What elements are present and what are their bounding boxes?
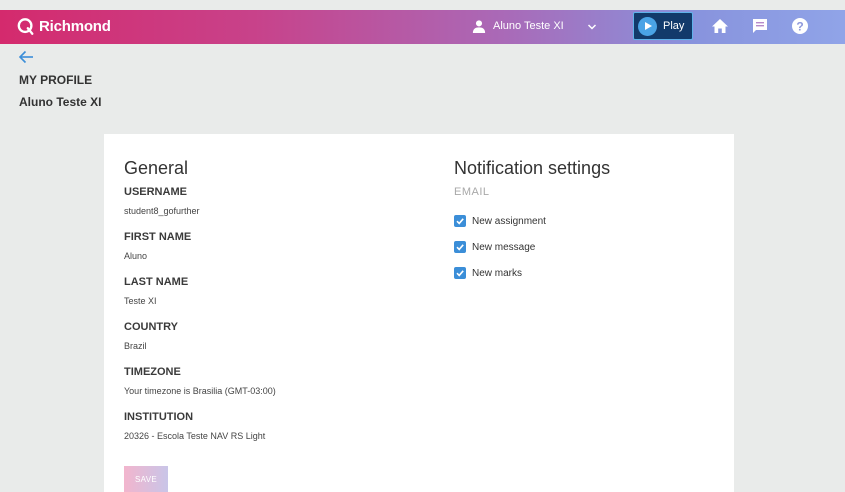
- last-name-value: Teste XI: [124, 296, 157, 306]
- page-title: MY PROFILE: [19, 73, 93, 87]
- play-icon: [638, 16, 657, 36]
- save-button[interactable]: SAVE: [124, 466, 168, 492]
- check-icon: [456, 270, 464, 277]
- page-subtitle: Aluno Teste XI: [19, 95, 102, 109]
- back-arrow-icon[interactable]: [18, 50, 34, 64]
- new-marks-label: New marks: [472, 267, 523, 279]
- richmond-logo-icon: [17, 18, 34, 35]
- user-name: Aluno Teste XI: [493, 20, 564, 32]
- user-icon: [472, 20, 486, 33]
- brand-name: Richmond: [39, 18, 111, 35]
- check-icon: [456, 244, 464, 251]
- profile-card: General USERNAME student8_gofurther FIRS…: [104, 134, 734, 492]
- new-assignment-checkbox[interactable]: [454, 215, 466, 227]
- help-icon[interactable]: ?: [790, 16, 810, 36]
- first-name-label: FIRST NAME: [124, 231, 192, 243]
- general-heading: General: [124, 158, 189, 178]
- email-section-label: EMAIL: [454, 186, 490, 198]
- timezone-value: Your timezone is Brasilia (GMT-03:00): [124, 386, 276, 396]
- username-value: student8_gofurther: [124, 206, 200, 216]
- messages-icon[interactable]: [750, 16, 770, 36]
- notification-settings-heading: Notification settings: [454, 158, 611, 178]
- username-label: USERNAME: [124, 186, 187, 198]
- play-button[interactable]: Play: [633, 12, 693, 40]
- new-assignment-label: New assignment: [472, 215, 546, 227]
- top-bar: Richmond Aluno Teste XI Play ?: [0, 10, 845, 44]
- new-assignment-option[interactable]: New assignment: [454, 215, 546, 227]
- institution-label: INSTITUTION: [124, 411, 194, 423]
- new-message-option[interactable]: New message: [454, 241, 535, 253]
- new-message-checkbox[interactable]: [454, 241, 466, 253]
- user-menu[interactable]: Aluno Teste XI: [472, 19, 564, 33]
- last-name-label: LAST NAME: [124, 276, 189, 288]
- country-value: Brazil: [124, 341, 147, 351]
- new-marks-checkbox[interactable]: [454, 267, 466, 279]
- svg-text:?: ?: [796, 20, 803, 34]
- check-icon: [456, 218, 464, 225]
- home-icon[interactable]: [710, 16, 730, 36]
- timezone-label: TIMEZONE: [124, 366, 181, 378]
- chevron-down-icon[interactable]: [586, 21, 598, 33]
- country-label: COUNTRY: [124, 321, 178, 333]
- brand-logo[interactable]: Richmond: [17, 17, 111, 36]
- new-message-label: New message: [472, 241, 536, 253]
- play-label: Play: [663, 20, 685, 32]
- first-name-value: Aluno: [124, 251, 148, 261]
- new-marks-option[interactable]: New marks: [454, 267, 522, 279]
- institution-value: 20326 - Escola Teste NAV RS Light: [124, 431, 266, 441]
